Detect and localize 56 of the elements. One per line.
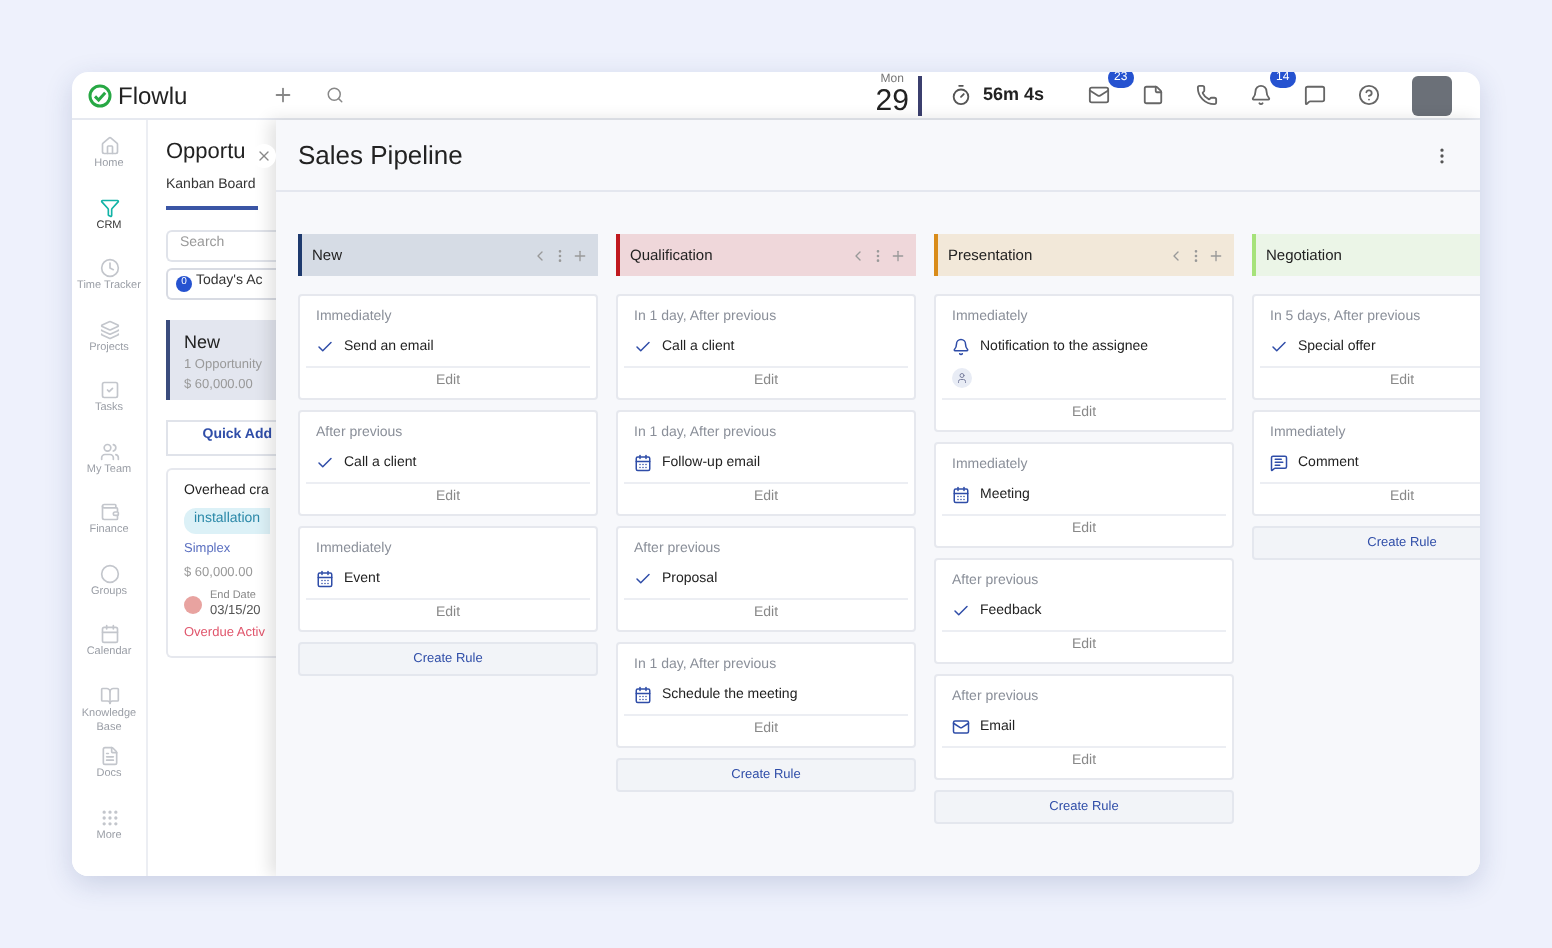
bell-icon <box>952 338 970 356</box>
sidebar-icon <box>99 746 119 766</box>
bell-icon <box>1250 84 1272 106</box>
collapse-icon[interactable] <box>850 247 866 263</box>
panel-title: Sales Pipeline <box>298 137 463 174</box>
sidebar-icon <box>99 563 119 583</box>
close-icon <box>256 148 272 164</box>
page-title: Opportu <box>166 138 246 168</box>
plus-icon <box>272 84 294 106</box>
day-number: 29 <box>875 86 909 116</box>
sidebar-icon <box>99 258 119 278</box>
check-icon <box>634 570 652 588</box>
check-icon <box>316 338 334 356</box>
chat-button[interactable] <box>1304 84 1326 106</box>
add-icon[interactable] <box>1208 247 1224 263</box>
timer-icon[interactable] <box>950 84 973 106</box>
search-icon <box>326 86 344 104</box>
help-icon <box>1358 84 1380 106</box>
calendar-icon <box>316 570 334 588</box>
help-button[interactable] <box>1358 84 1380 106</box>
sidebar-icon <box>99 502 119 522</box>
notifications-button[interactable] <box>1250 84 1272 106</box>
sidebar-icon <box>99 197 119 217</box>
check-icon <box>1270 338 1288 356</box>
check-icon <box>952 602 970 620</box>
avatar <box>184 595 202 613</box>
timer-value: 56m 4s <box>982 81 1044 108</box>
phone-button[interactable] <box>1196 84 1218 106</box>
sidebar-icon <box>99 136 119 156</box>
avatar[interactable] <box>1412 75 1452 115</box>
comment-icon <box>1270 454 1288 472</box>
search-button[interactable] <box>322 82 348 108</box>
mail-button[interactable] <box>1088 84 1110 106</box>
calendar-icon <box>952 486 970 504</box>
sidebar-icon <box>99 441 119 461</box>
note-icon <box>1142 84 1164 106</box>
notes-button[interactable] <box>1142 84 1164 106</box>
stage-name: New <box>184 329 223 355</box>
collapse-icon[interactable] <box>1168 247 1184 263</box>
calendar-icon <box>634 454 652 472</box>
check-icon <box>634 338 652 356</box>
logo-icon <box>88 83 112 107</box>
add-icon[interactable] <box>890 247 906 263</box>
sidebar-icon <box>99 319 119 339</box>
chat-icon <box>1304 84 1326 106</box>
app-name: Flowlu <box>118 79 188 113</box>
envelope-icon <box>952 718 970 736</box>
sidebar-icon <box>99 685 119 705</box>
sidebar-icon <box>99 624 119 644</box>
collapse-icon[interactable] <box>532 247 548 263</box>
sidebar-icon <box>99 807 119 827</box>
sidebar-icon <box>99 380 119 400</box>
calendar-icon <box>634 686 652 704</box>
phone-icon <box>1196 84 1218 106</box>
mail-icon <box>1088 84 1110 106</box>
check-icon <box>316 454 334 472</box>
